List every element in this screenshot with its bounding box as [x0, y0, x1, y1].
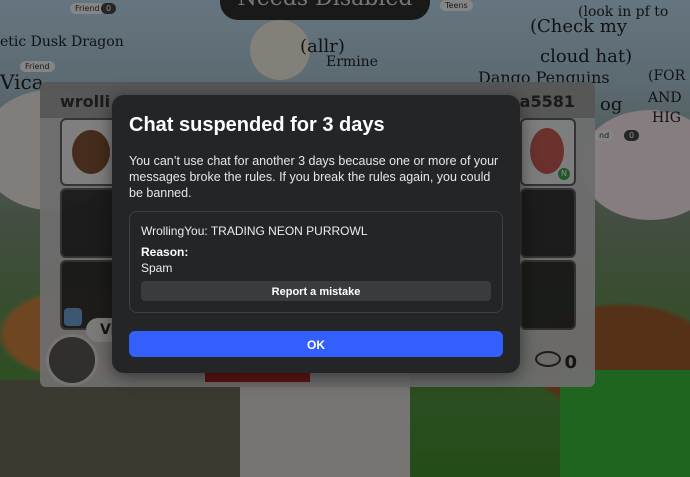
report-mistake-button[interactable]: Report a mistake [141, 281, 491, 301]
reason-value: Spam [141, 261, 173, 275]
offending-message: WrollingYou: TRADING NEON PURROWL [141, 224, 368, 238]
reason-label: Reason: [141, 245, 189, 259]
dialog-body: You can’t use chat for another 3 days be… [129, 154, 499, 200]
chat-suspended-dialog: Chat suspended for 3 days You can’t use … [112, 95, 520, 373]
offending-message-box: WrollingYou: TRADING NEON PURROWL Reason… [129, 211, 503, 313]
dialog-title: Chat suspended for 3 days [129, 114, 385, 136]
ok-button[interactable]: OK [129, 331, 503, 357]
